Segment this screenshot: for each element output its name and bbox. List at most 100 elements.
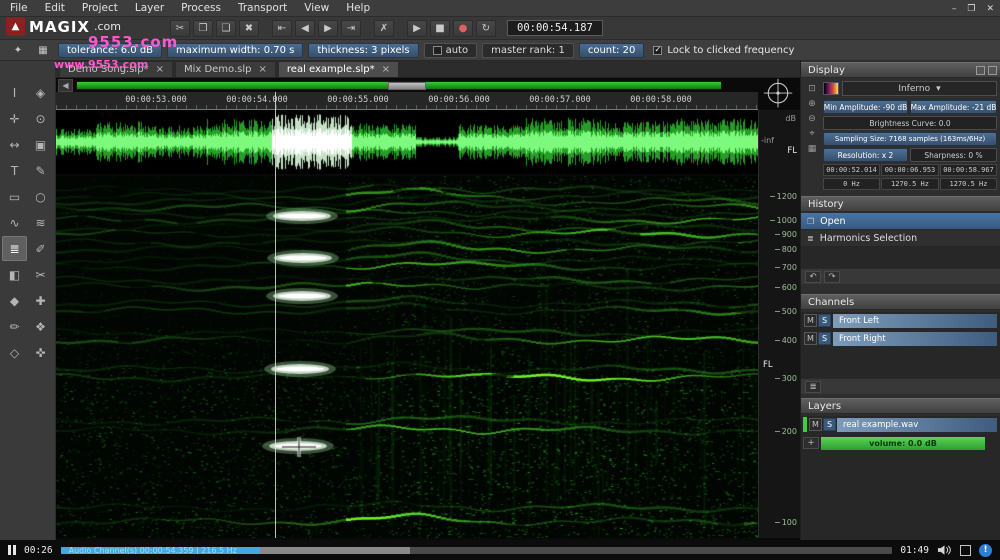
pointer-mode-icon[interactable]: ⊡ [805,82,819,95]
thickness-field[interactable]: thickness: 3 pixels [308,42,419,58]
target-icon[interactable]: ⌖ [805,127,819,140]
max-amplitude-button[interactable]: Max Amplitude: -21 dB [910,100,997,114]
panel-pin-icon[interactable] [976,66,985,75]
copy-icon[interactable]: ❐ [193,19,213,37]
crosshair-target-icon[interactable] [761,78,795,110]
close-button[interactable]: ✕ [986,4,994,14]
max-width-field[interactable]: maximum width: 0.70 s [167,42,304,58]
waveform-canvas[interactable] [56,110,758,174]
master-rank-field[interactable]: master rank: 1 [482,42,574,58]
brush-tool[interactable]: ❖ [28,314,53,339]
cube-tool[interactable]: ◇ [2,340,27,365]
layer-item[interactable]: real example.wav [837,418,997,432]
menu-view[interactable]: View [304,2,329,14]
grid-toggle-icon[interactable]: ▦ [805,142,819,155]
item-tool[interactable]: I [2,80,27,105]
scissors-tool[interactable]: ✂ [28,262,53,287]
sampling-size-button[interactable]: Sampling Size: 7168 samples (163ms/6Hz) [823,132,997,146]
clone-tool[interactable]: ✚ [28,288,53,313]
collapse-panel-button[interactable]: ◀ [58,79,73,92]
pencil-tool[interactable]: ✏ [2,314,27,339]
solo-button-front-left[interactable]: S [818,314,831,327]
pen-tool[interactable]: ✐ [28,236,53,261]
seek-bar[interactable]: Audio Channel(s) 00:00:54.359 | 216.5 Hz [60,546,893,554]
tab-mix-demo[interactable]: Mix Demo.slp × [174,61,276,77]
channels-panel-header[interactable]: Channels [801,294,1000,310]
brightness-curve-button[interactable]: Brightness Curve: 0.0 [823,116,997,130]
zoom-tool[interactable]: ⊙ [28,106,53,131]
min-amplitude-button[interactable]: Min Amplitude: -90 dB [823,100,908,114]
channel-front-left[interactable]: Front Left [833,314,997,328]
zoom-out-icon[interactable]: ⊖ [805,112,819,125]
record-icon[interactable]: ● [453,19,473,37]
menu-transport[interactable]: Transport [238,2,287,14]
menu-file[interactable]: File [10,2,28,14]
minimize-button[interactable]: – [952,4,957,14]
rect-select-tool[interactable]: ▭ [2,184,27,209]
clear-icon[interactable]: ✗ [374,19,394,37]
history-item-open[interactable]: ❐ Open [801,213,1000,230]
menu-help[interactable]: Help [346,2,370,14]
stamp-tool[interactable]: ◆ [2,288,27,313]
layer-volume-bar[interactable]: volume: 0.0 dB [821,437,985,450]
go-end-icon[interactable]: ⇥ [341,19,361,37]
frequency-select-tool[interactable]: ∿ [2,210,27,235]
step-back-icon[interactable]: ◀ [295,19,315,37]
measure-tool[interactable]: ✜ [28,340,53,365]
maximize-button[interactable]: ❐ [967,4,975,14]
solo-button-layer[interactable]: S [823,418,836,431]
mute-button-front-left[interactable]: M [804,314,817,327]
draw-tool[interactable]: ✎ [28,158,53,183]
noise-select-tool[interactable]: ≋ [28,210,53,235]
mute-button-front-right[interactable]: M [804,332,817,345]
timeline-ruler[interactable]: 00:00:53.000 00:00:54.000 00:00:55.000 00:0… [56,92,758,110]
menu-project[interactable]: Project [82,2,118,14]
channel-front-right[interactable]: Front Right [833,332,997,346]
auto-checkbox[interactable]: auto [423,42,478,58]
colormap-dropdown[interactable]: Inferno ▾ [842,81,997,96]
move-tool[interactable]: ↔ [2,132,27,157]
playhead-cursor[interactable] [275,92,276,538]
pan-tool[interactable]: ✛ [2,106,27,131]
info-badge[interactable]: ! [979,543,992,557]
grid-icon[interactable]: ▦ [33,42,53,59]
zoom-in-icon[interactable]: ⊕ [805,97,819,110]
menu-layer[interactable]: Layer [135,2,164,14]
sharpness-button[interactable]: Sharpness: 0 % [910,148,997,162]
step-forward-icon[interactable]: ▶ [318,19,338,37]
pause-button[interactable] [8,545,16,555]
fullscreen-button[interactable] [960,544,971,556]
history-item-harmonics-selection[interactable]: ≣ Harmonics Selection [801,230,1000,247]
harmonics-select-tool[interactable]: ≣ [2,236,27,261]
paste-icon[interactable]: ❑ [216,19,236,37]
undo-icon[interactable]: ↶ [805,270,821,283]
count-field[interactable]: count: 20 [578,42,645,58]
display-panel-header[interactable]: Display [801,62,1000,78]
stop-icon[interactable]: ■ [430,19,450,37]
tab-close-icon[interactable]: × [259,64,267,75]
mute-button-layer[interactable]: M [809,418,822,431]
lock-frequency-checkbox[interactable]: ✓ Lock to clicked frequency [653,45,794,56]
loop-icon[interactable]: ↻ [476,19,496,37]
wand-icon[interactable]: ✦ [8,42,28,59]
tab-close-icon[interactable]: × [382,64,390,75]
zoom-bar-handle[interactable] [388,82,426,90]
spectrogram-canvas[interactable] [56,176,758,538]
transform-tool[interactable]: ◈ [28,80,53,105]
add-layer-button[interactable]: + [803,437,819,449]
go-start-icon[interactable]: ⇤ [272,19,292,37]
tab-close-icon[interactable]: × [156,64,164,75]
delete-icon[interactable]: ✖ [239,19,259,37]
eraser-tool[interactable]: ◧ [2,262,27,287]
colormap-thumbnail[interactable] [823,82,839,95]
menu-process[interactable]: Process [181,2,221,14]
layers-panel-header[interactable]: Layers [801,398,1000,414]
solo-button-front-right[interactable]: S [818,332,831,345]
tab-real-example[interactable]: real example.slp* × [277,61,399,77]
redo-icon[interactable]: ↷ [824,270,840,283]
horizontal-zoom-bar[interactable] [75,80,723,91]
volume-icon[interactable] [937,544,952,556]
hamburger-menu-icon[interactable]: ≣ [805,380,821,393]
play-icon[interactable]: ▶ [407,19,427,37]
lasso-select-tool[interactable]: ○ [28,184,53,209]
